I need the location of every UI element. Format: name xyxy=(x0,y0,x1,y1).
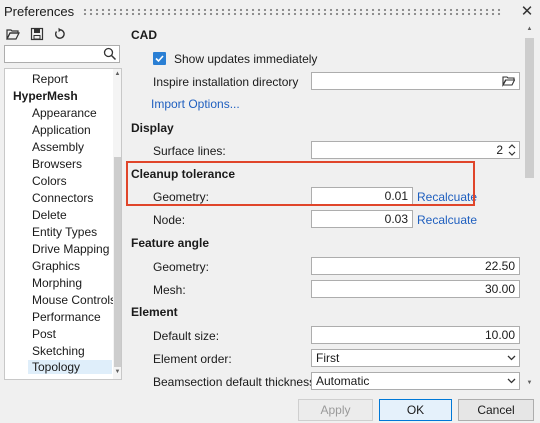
cancel-button[interactable]: Cancel xyxy=(458,399,534,421)
beamsection-value: Automatic xyxy=(316,374,370,388)
tree-item-topology[interactable]: Topology xyxy=(28,360,112,374)
tree-item-graphics[interactable]: Graphics xyxy=(32,259,80,273)
apply-button[interactable]: Apply xyxy=(298,399,373,421)
surface-lines-label: Surface lines: xyxy=(153,144,226,158)
tree-item-sketching[interactable]: Sketching xyxy=(32,344,85,358)
feature-mesh-label: Mesh: xyxy=(153,283,186,297)
tree-item-appearance[interactable]: Appearance xyxy=(32,106,97,120)
surface-lines-spinbox[interactable]: 2 xyxy=(311,141,520,159)
section-element: Element xyxy=(131,305,178,319)
browse-folder-icon[interactable] xyxy=(502,75,516,90)
feature-mesh-field[interactable]: 30.00 xyxy=(311,280,520,298)
tree-item-entity-types[interactable]: Entity Types xyxy=(32,225,97,239)
settings-scroll-thumb[interactable] xyxy=(525,38,534,178)
window-title: Preferences xyxy=(4,4,75,19)
folder-open-icon[interactable] xyxy=(6,27,20,41)
surface-lines-value: 2 xyxy=(496,143,503,157)
tree-item-application[interactable]: Application xyxy=(32,123,91,137)
import-options-link[interactable]: Import Options... xyxy=(151,97,240,111)
scroll-down-icon[interactable]: ▼ xyxy=(525,380,534,386)
tree-item-delete[interactable]: Delete xyxy=(32,208,67,222)
chevron-down-icon xyxy=(507,355,516,361)
tree-item-report[interactable]: Report xyxy=(32,72,68,86)
chevron-down-icon xyxy=(507,378,516,384)
settings-panel: CAD Show updates immediately Inspire ins… xyxy=(125,24,540,394)
recalculate-node-link[interactable]: Recalcuate xyxy=(417,213,477,227)
tree-item-morphing[interactable]: Morphing xyxy=(32,276,82,290)
section-cleanup-tolerance: Cleanup tolerance xyxy=(131,167,236,181)
tree-item-mouse-controls[interactable]: Mouse Controls xyxy=(32,293,116,307)
tree-item-browsers[interactable]: Browsers xyxy=(32,157,82,171)
search-icon[interactable] xyxy=(103,47,117,61)
scroll-up-icon[interactable]: ▲ xyxy=(525,26,534,32)
cleanup-node-label: Node: xyxy=(153,213,186,227)
beamsection-select[interactable]: Automatic xyxy=(311,372,520,390)
tree-item-post[interactable]: Post xyxy=(32,327,56,341)
tree-item-drive-mapping[interactable]: Drive Mapping xyxy=(32,242,109,256)
reset-icon[interactable] xyxy=(53,27,67,41)
cleanup-geometry-field[interactable]: 0.01 xyxy=(311,187,413,205)
show-updates-label: Show updates immediately xyxy=(174,52,318,66)
default-size-field[interactable]: 10.00 xyxy=(311,326,520,344)
recalculate-geometry-link[interactable]: Recalcuate xyxy=(417,190,477,204)
tree-item-hypermesh[interactable]: HyperMesh xyxy=(13,89,78,103)
install-dir-label: Inspire installation directory xyxy=(153,75,299,89)
close-icon[interactable]: ✕ xyxy=(518,3,536,21)
feature-geometry-label: Geometry: xyxy=(153,260,210,274)
element-order-value: First xyxy=(316,351,340,365)
install-dir-field[interactable] xyxy=(311,72,520,90)
tree-item-performance[interactable]: Performance xyxy=(32,310,101,324)
cleanup-node-field[interactable]: 0.03 xyxy=(311,210,413,228)
cleanup-geometry-label: Geometry: xyxy=(153,190,210,204)
preferences-tree[interactable]: Report HyperMesh Appearance Application … xyxy=(4,68,122,380)
section-feature-angle: Feature angle xyxy=(131,236,210,250)
save-icon[interactable] xyxy=(30,27,44,41)
section-display: Display xyxy=(131,121,174,135)
default-size-label: Default size: xyxy=(153,329,220,343)
title-bar[interactable]: Preferences ✕ xyxy=(0,0,540,24)
tree-item-assembly[interactable]: Assembly xyxy=(32,140,84,154)
checkmark-icon xyxy=(155,55,164,63)
drag-grip[interactable] xyxy=(82,8,502,16)
element-order-select[interactable]: First xyxy=(311,349,520,367)
scroll-up-icon[interactable]: ▲ xyxy=(113,71,121,77)
scroll-down-icon[interactable]: ▼ xyxy=(113,369,121,375)
tree-item-connectors[interactable]: Connectors xyxy=(32,191,93,205)
element-order-label: Element order: xyxy=(153,352,232,366)
tree-scroll-thumb[interactable] xyxy=(114,157,121,367)
section-cad: CAD xyxy=(131,28,157,42)
feature-geometry-field[interactable]: 22.50 xyxy=(311,257,520,275)
spin-arrows-icon[interactable] xyxy=(508,143,516,157)
ok-button[interactable]: OK xyxy=(379,399,452,421)
beamsection-label: Beamsection default thickness: xyxy=(153,375,319,389)
tree-item-colors[interactable]: Colors xyxy=(32,174,67,188)
show-updates-checkbox[interactable] xyxy=(153,52,166,65)
